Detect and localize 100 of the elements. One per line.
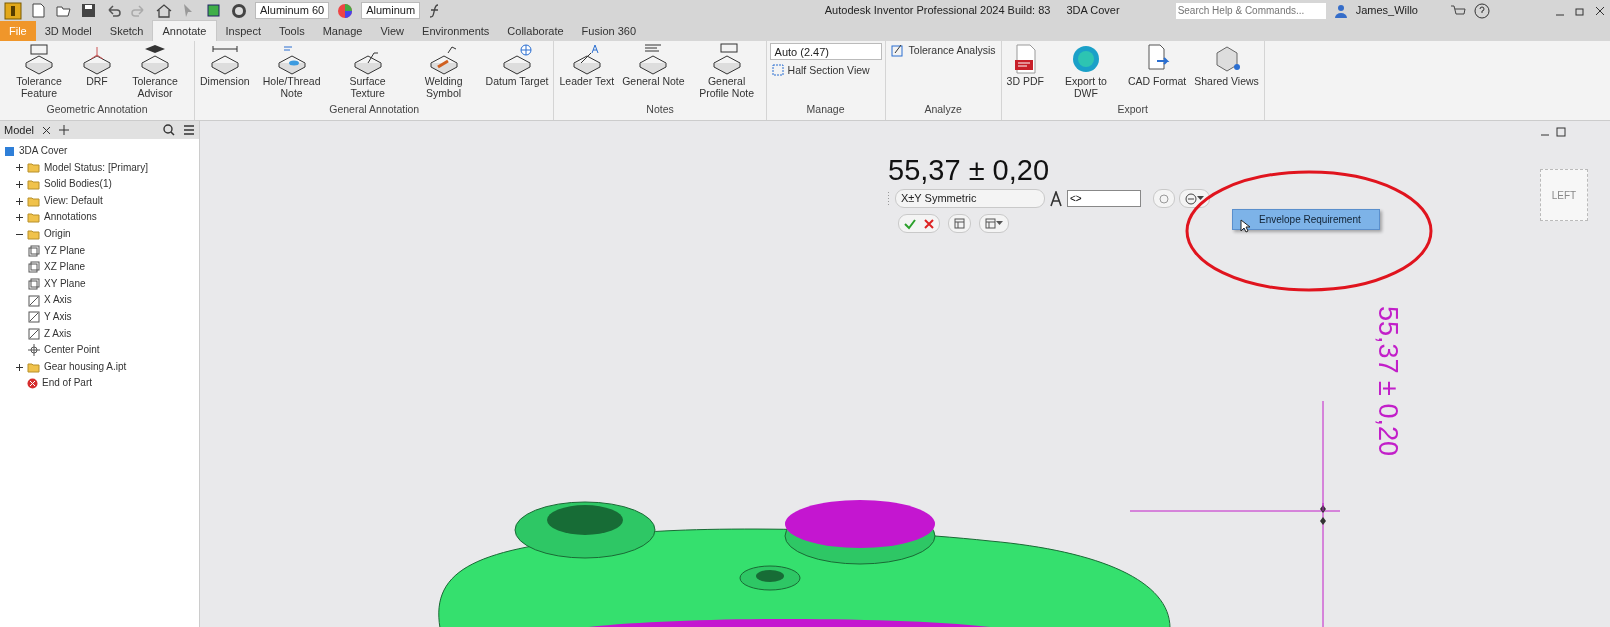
options-button[interactable] xyxy=(948,214,971,233)
home-icon[interactable] xyxy=(155,2,172,19)
mouse-cursor-icon xyxy=(1240,219,1250,233)
color-wheel-icon[interactable] xyxy=(337,2,354,19)
cart-icon[interactable] xyxy=(1450,3,1466,18)
menu-item[interactable]: Envelope Requirement xyxy=(1232,209,1380,230)
expand-icon[interactable] xyxy=(16,197,23,205)
ribbon-tab[interactable]: Collaborate xyxy=(498,20,573,41)
ribbon-button[interactable]: Export to DWF xyxy=(1049,43,1122,99)
new-file-icon[interactable] xyxy=(30,2,47,19)
expand-icon[interactable] xyxy=(16,214,23,222)
ribbon-button[interactable]: DRF xyxy=(79,43,115,99)
tree-item[interactable]: Annotations xyxy=(44,209,97,226)
folder-icon xyxy=(27,361,40,373)
ribbon-tab[interactable]: Fusion 360 xyxy=(572,20,646,41)
material-dropdown[interactable]: Aluminum 60 xyxy=(255,2,330,19)
caret-icon xyxy=(996,221,1003,226)
ribbon-button[interactable]: Shared Views xyxy=(1192,43,1261,99)
undo-icon[interactable] xyxy=(105,2,122,19)
search-icon[interactable] xyxy=(163,124,175,136)
ribbon-button[interactable]: Leader Text xyxy=(557,43,617,99)
close-icon[interactable] xyxy=(1594,4,1606,17)
app-logo-icon[interactable] xyxy=(4,1,22,20)
close-icon[interactable] xyxy=(41,125,51,135)
ribbon-tab[interactable]: Sketch xyxy=(100,20,153,41)
section-view-icon xyxy=(771,64,784,76)
user-name[interactable]: James_Willo xyxy=(1355,2,1418,19)
ribbon-tab[interactable]: Tools xyxy=(269,20,314,41)
tree-item[interactable]: XY Plane xyxy=(44,275,86,293)
ribbon-button[interactable]: Surface Texture xyxy=(331,43,404,99)
search-field[interactable]: Search Help & Commands... xyxy=(1175,2,1326,19)
ribbon-button[interactable]: Datum Target xyxy=(483,43,551,99)
panel-title: Analyze xyxy=(923,102,963,118)
tree-item[interactable]: Solid Bodies(1) xyxy=(44,176,112,193)
ribbon-button[interactable]: General Profile Note xyxy=(690,43,763,99)
tree-item[interactable]: XZ Plane xyxy=(44,259,86,276)
ribbon-button[interactable]: CAD Format xyxy=(1125,43,1189,99)
folder-icon xyxy=(27,162,40,174)
expand-icon[interactable] xyxy=(16,164,23,172)
tree-item[interactable]: X Axis xyxy=(44,292,72,309)
menu-icon[interactable] xyxy=(183,124,195,136)
tree-item[interactable]: Center Point xyxy=(44,342,100,359)
document-title: 3DA Cover xyxy=(1066,3,1120,19)
folder-icon xyxy=(27,228,40,240)
checkmark-icon[interactable] xyxy=(904,217,916,230)
tolerance-analysis-button[interactable]: Tolerance Analysis xyxy=(888,43,998,57)
panel-title: Manage xyxy=(805,102,846,118)
ribbon-button[interactable]: General Note xyxy=(620,43,687,99)
ribbon-button[interactable]: Welding Symbol xyxy=(407,43,480,99)
folder-icon xyxy=(27,179,40,190)
expand-icon[interactable] xyxy=(16,363,23,371)
tree-item[interactable]: Y Axis xyxy=(44,308,72,326)
plane-icon xyxy=(28,278,40,291)
appearance-dropdown[interactable]: Aluminum xyxy=(361,2,421,19)
restore-icon[interactable] xyxy=(1556,127,1566,137)
tree-item[interactable]: End of Part xyxy=(42,375,93,392)
tolerance-type-dropdown[interactable]: X±Y Symmetric xyxy=(895,189,1045,208)
folder-icon xyxy=(27,195,40,207)
tree-item[interactable]: Z Axis xyxy=(44,325,72,343)
tree-item[interactable]: View: Default xyxy=(44,192,103,210)
style-dropdown[interactable]: Auto (2.47) xyxy=(769,43,882,60)
ribbon-tab[interactable]: Annotate xyxy=(152,19,217,41)
panel-title: Export xyxy=(1116,102,1149,118)
ribbon-tab[interactable]: Manage xyxy=(313,20,372,41)
format-dropdown[interactable] xyxy=(979,214,1009,233)
ribbon-tab[interactable]: Inspect xyxy=(216,20,270,41)
tree-item[interactable]: Gear housing A.ipt xyxy=(44,358,127,376)
ribbon-button[interactable]: 3D PDF xyxy=(1004,43,1046,99)
text-style-icon[interactable] xyxy=(1049,190,1063,207)
box-icon[interactable] xyxy=(205,2,222,19)
user-icon xyxy=(1333,3,1348,18)
ribbon-tab[interactable]: View xyxy=(371,20,414,41)
ribbon-tab[interactable]: Environments xyxy=(413,20,499,41)
ribbon-button[interactable]: Dimension xyxy=(198,43,252,99)
point-icon xyxy=(28,344,40,357)
tree-item[interactable]: YZ Plane xyxy=(44,242,86,260)
add-icon[interactable] xyxy=(58,125,69,135)
ribbon-button[interactable]: Hole/Thread Note xyxy=(255,43,328,99)
tree-item[interactable]: 3DA Cover xyxy=(19,143,68,160)
circle-icon xyxy=(1159,193,1169,204)
save-icon[interactable] xyxy=(80,2,97,19)
expand-icon[interactable] xyxy=(16,181,23,188)
axis-icon xyxy=(28,311,40,324)
ribbon-tab[interactable]: 3D Model xyxy=(35,20,101,41)
tree-item[interactable]: Model Status: [Primary] xyxy=(44,159,148,177)
panel-title: General Annotation xyxy=(328,102,421,118)
tree-item[interactable]: Origin xyxy=(44,225,71,243)
browser-tab[interactable]: Model xyxy=(4,121,34,139)
text-field[interactable]: <> xyxy=(1067,190,1141,207)
ribbon-button[interactable]: Tolerance Feature xyxy=(3,43,75,99)
dimension-value: 55,37 ± 0,20 xyxy=(888,153,1050,188)
part-cube-icon xyxy=(4,145,15,157)
envelope-dropdown[interactable] xyxy=(1179,189,1210,208)
cancel-icon[interactable] xyxy=(924,218,934,229)
grip-icon xyxy=(886,189,891,208)
half-section-view-button[interactable]: Half Section View xyxy=(769,64,882,76)
help-icon[interactable] xyxy=(1474,2,1490,19)
ribbon-button[interactable]: Tolerance Advisor xyxy=(119,43,191,99)
axis-icon xyxy=(28,294,40,307)
model-dimension: 55,37 ± 0,20 xyxy=(1372,306,1404,456)
